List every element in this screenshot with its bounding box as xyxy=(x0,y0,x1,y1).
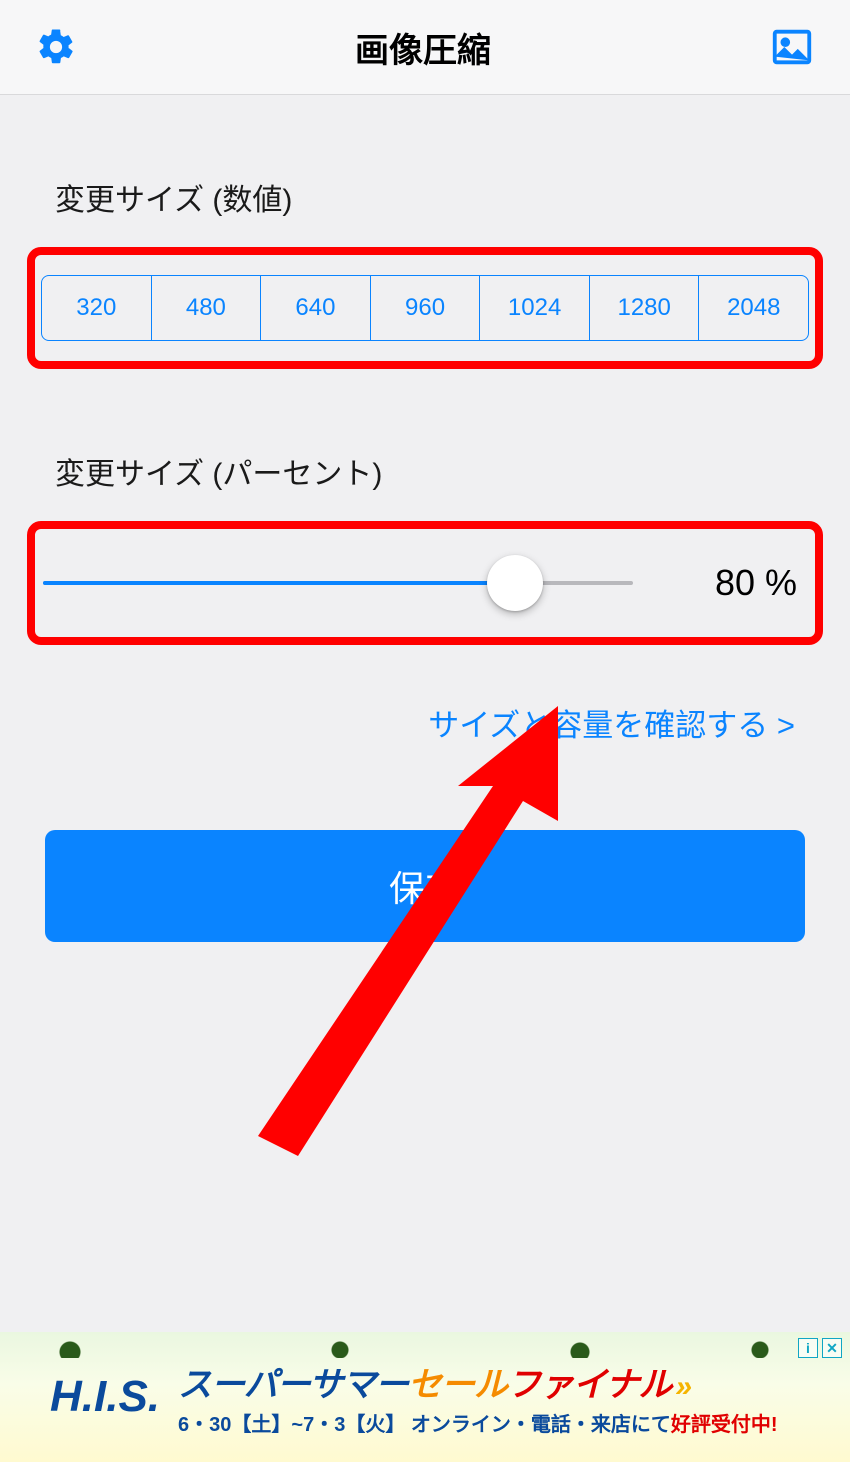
page-title: 画像圧縮 xyxy=(77,23,769,72)
chevron-right-icon: » xyxy=(675,1370,684,1403)
ad-info-icon[interactable]: i xyxy=(798,1338,818,1358)
size-numeric-label: 変更サイズ (数値) xyxy=(45,175,805,219)
percent-value: 80 % xyxy=(633,562,807,604)
size-option-640[interactable]: 640 xyxy=(261,276,371,340)
slider-fill xyxy=(43,581,515,585)
settings-gear-icon[interactable] xyxy=(35,26,77,68)
highlight-box-numeric: 320 480 640 960 1024 1280 2048 xyxy=(27,247,823,369)
check-size-link[interactable]: サイズと容量を確認する > xyxy=(45,700,805,745)
size-option-960[interactable]: 960 xyxy=(371,276,481,340)
ad-headline: スーパーサマーセールファイナル» xyxy=(178,1357,830,1406)
size-option-1280[interactable]: 1280 xyxy=(590,276,700,340)
app-header: 画像圧縮 xyxy=(0,0,850,95)
size-segmented-control[interactable]: 320 480 640 960 1024 1280 2048 xyxy=(41,275,809,341)
ad-decoration xyxy=(0,1332,850,1358)
percent-slider[interactable] xyxy=(43,555,633,611)
main-content: 変更サイズ (数値) 320 480 640 960 1024 1280 204… xyxy=(0,175,850,942)
save-button[interactable]: 保存 xyxy=(45,830,805,942)
size-option-320[interactable]: 320 xyxy=(42,276,152,340)
highlight-box-percent: 80 % xyxy=(27,521,823,645)
ad-close-icon[interactable]: ✕ xyxy=(822,1338,842,1358)
size-option-480[interactable]: 480 xyxy=(152,276,262,340)
size-option-2048[interactable]: 2048 xyxy=(699,276,808,340)
ad-subline: 6・30【土】~7・3【火】 オンライン・電話・来店にて好評受付中! xyxy=(178,1408,830,1437)
ad-controls: i ✕ xyxy=(798,1338,842,1358)
ad-logo: H.I.S. xyxy=(50,1372,160,1422)
ad-text: スーパーサマーセールファイナル» 6・30【土】~7・3【火】 オンライン・電話… xyxy=(178,1357,830,1437)
size-option-1024[interactable]: 1024 xyxy=(480,276,590,340)
percent-slider-row: 80 % xyxy=(41,549,809,617)
size-percent-label: 変更サイズ (パーセント) xyxy=(45,449,805,493)
slider-thumb[interactable] xyxy=(487,555,543,611)
image-picker-icon[interactable] xyxy=(769,24,815,70)
ad-banner[interactable]: H.I.S. スーパーサマーセールファイナル» 6・30【土】~7・3【火】 オ… xyxy=(0,1332,850,1462)
